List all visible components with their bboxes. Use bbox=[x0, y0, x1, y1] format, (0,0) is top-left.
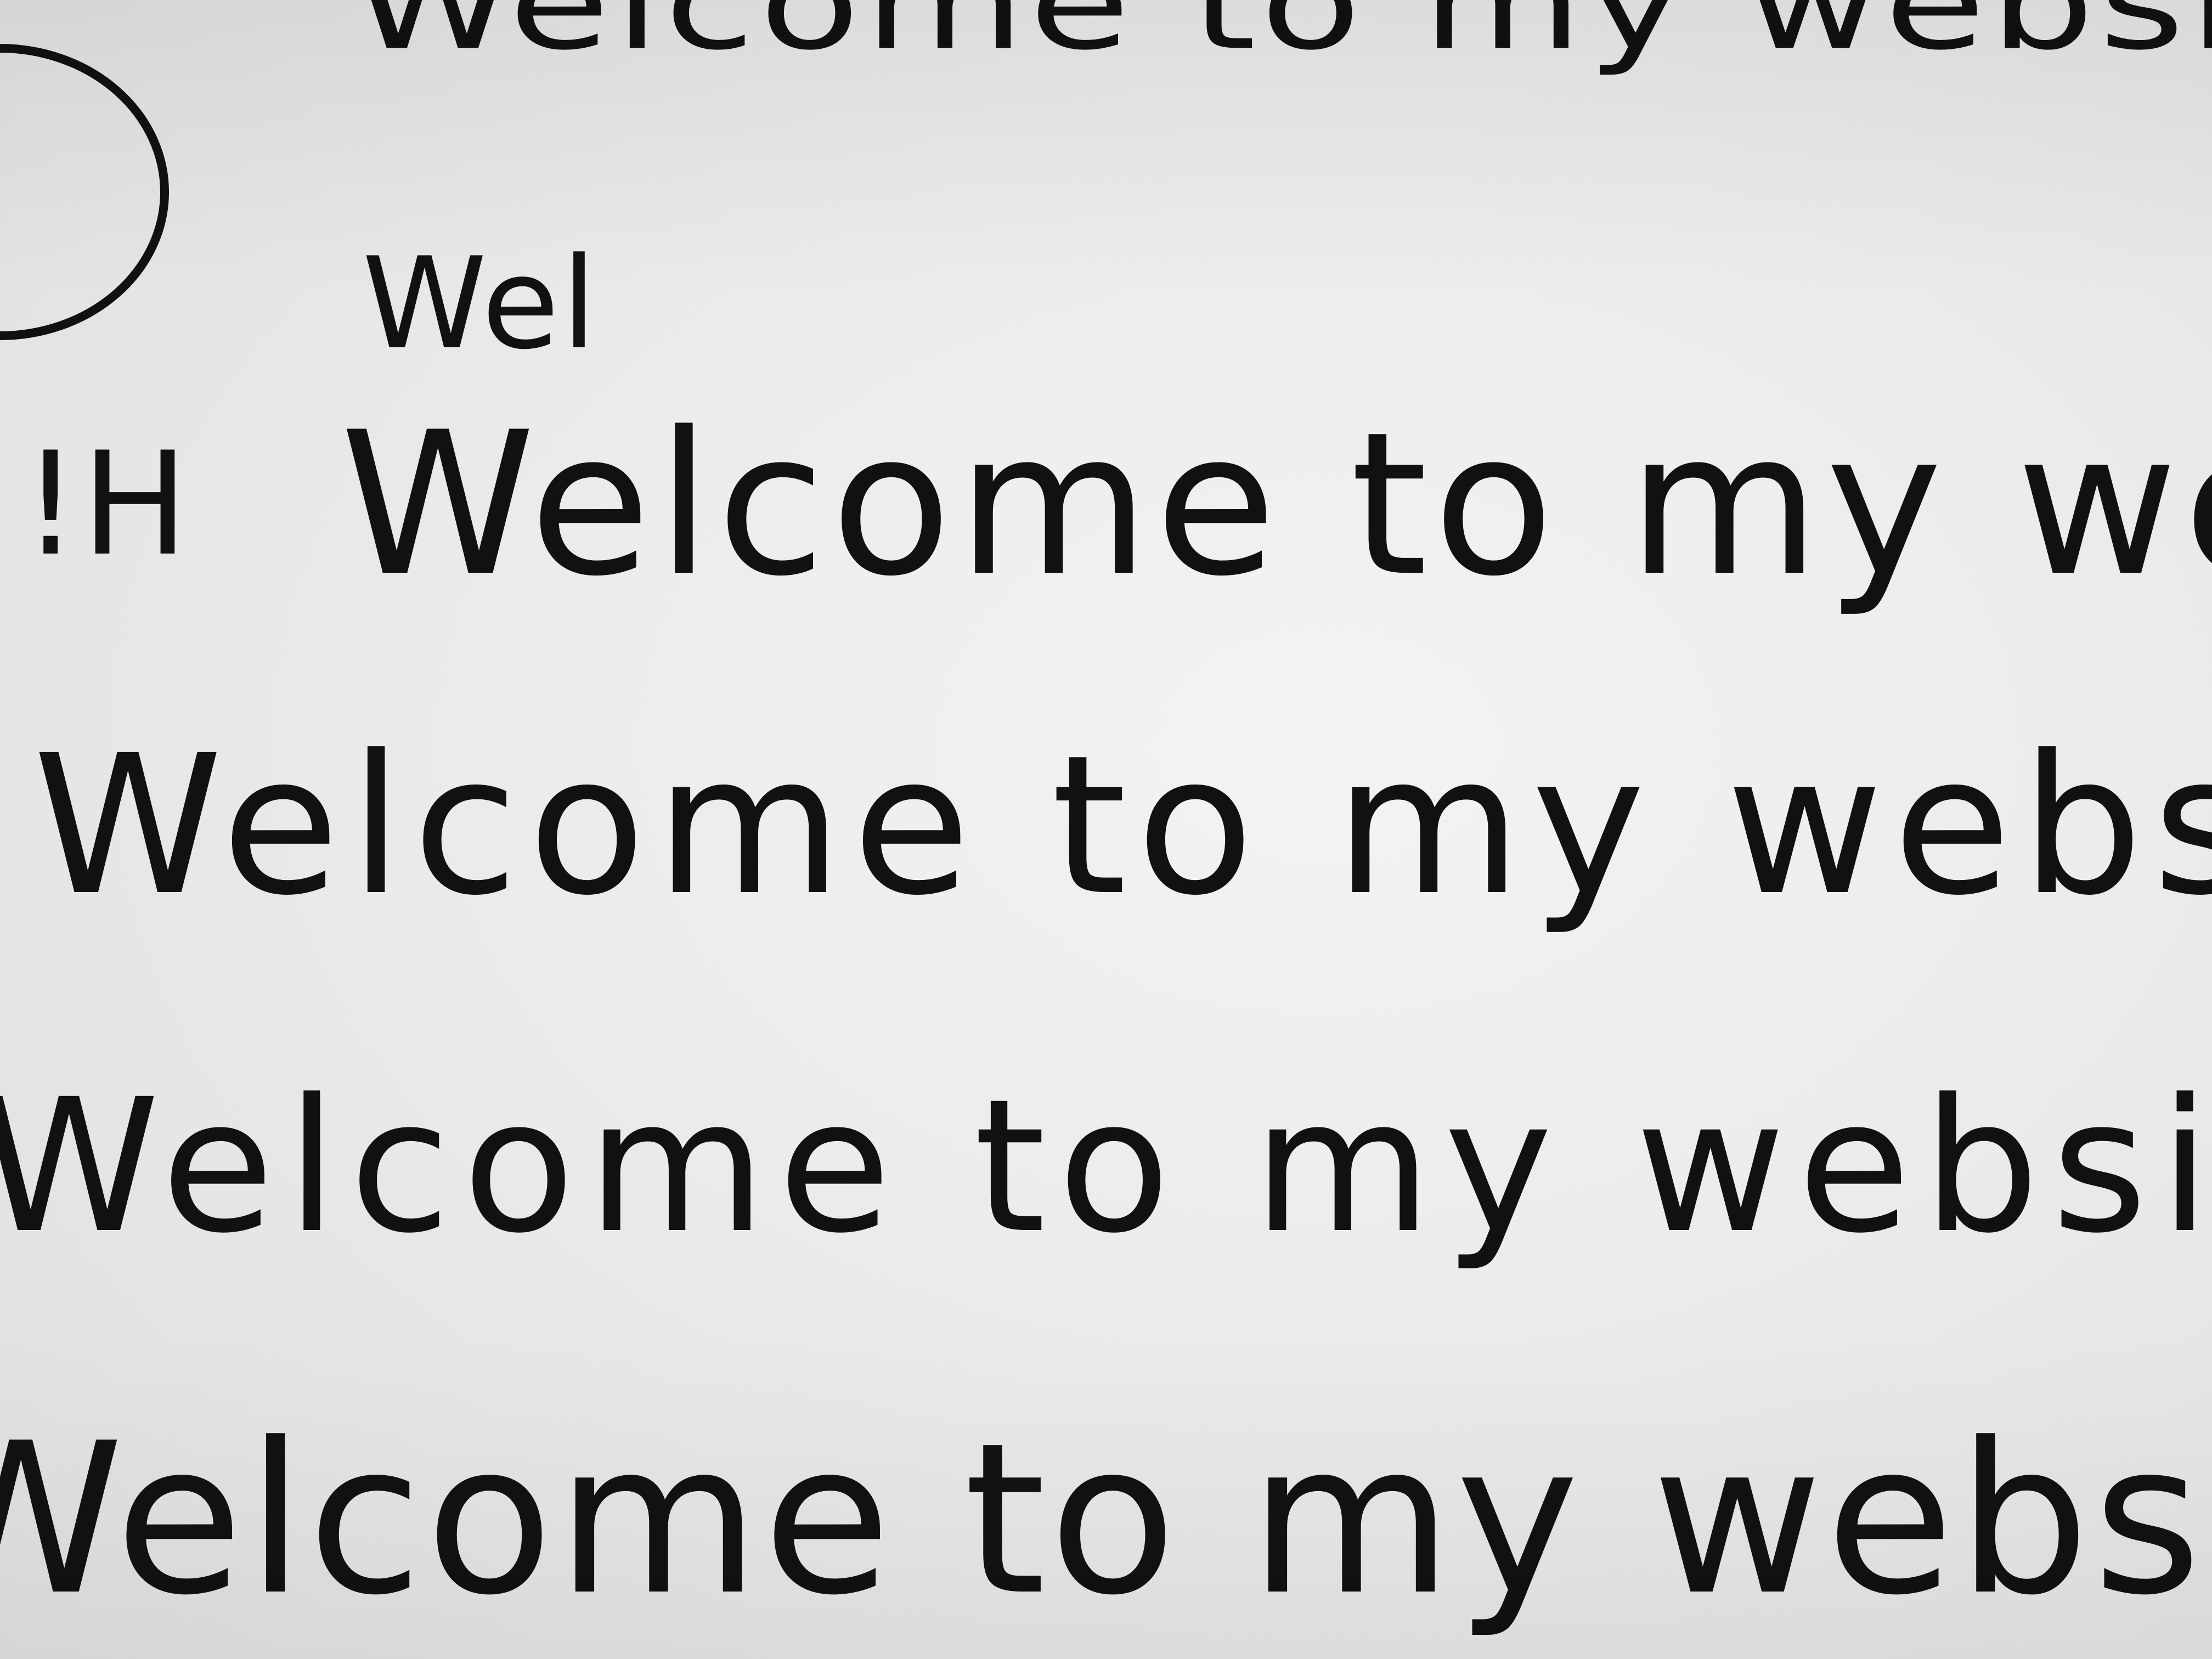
handwritten-line-2: Wel bbox=[362, 231, 599, 377]
handwritten-side-mark: !H bbox=[22, 422, 191, 588]
handwritten-line-1: Welcome to my website! bbox=[351, 0, 2212, 78]
circle-drawing bbox=[0, 44, 169, 340]
handwritten-line-4: Welcome to my website! bbox=[33, 714, 2212, 938]
handwritten-line-5: Welcome to my website! bbox=[0, 1060, 2212, 1274]
whiteboard: Welcome to my website! Wel !H Welcome to… bbox=[0, 0, 2212, 1659]
handwritten-line-6: Welcome to my website! bbox=[0, 1398, 2212, 1641]
handwritten-line-3: Welcome to my website! bbox=[340, 390, 2212, 619]
